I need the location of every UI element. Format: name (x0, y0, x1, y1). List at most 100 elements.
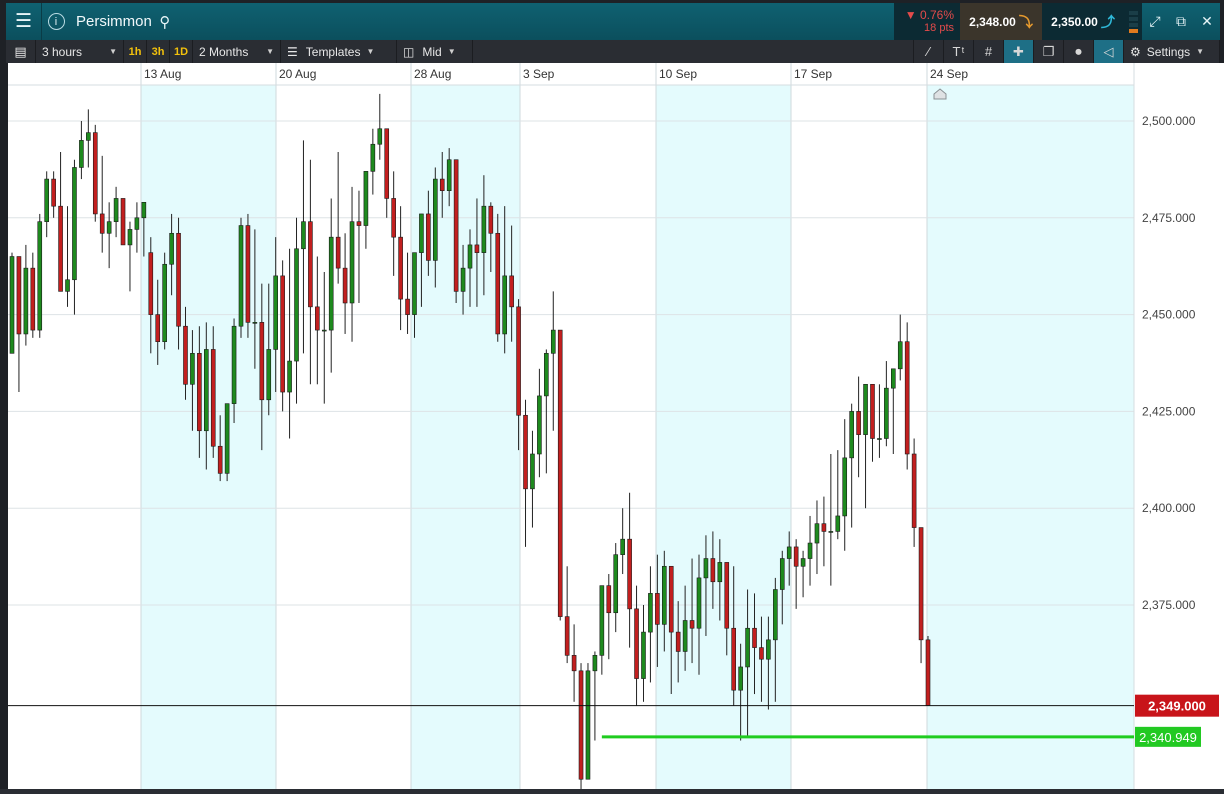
candle-body (502, 275, 507, 335)
bottom-strip (0, 789, 1224, 794)
range-label: 2 Months (199, 44, 249, 59)
templates-label: Templates (305, 44, 361, 59)
candle-body (301, 221, 306, 250)
candle-body (259, 322, 265, 401)
price-tick-label: 2,375.000 (1142, 598, 1196, 612)
info-button[interactable]: i (42, 3, 70, 40)
buy-price-button[interactable]: 2,350.00 ⤴ (1042, 3, 1124, 40)
candle-body (856, 411, 861, 435)
price-type-dropdown[interactable]: ◫ Mid ▼ (397, 40, 473, 63)
candle-body (446, 159, 452, 191)
price-tick-label: 2,475.000 (1142, 211, 1196, 225)
week-band (411, 85, 520, 789)
candle-body (648, 593, 653, 633)
sell-price-button[interactable]: 2,348.00 ⤵ (960, 3, 1042, 40)
range-dropdown[interactable]: 2 Months ▼ (193, 40, 281, 63)
candle-body (273, 275, 278, 350)
date-tick-label: 24 Sep (930, 67, 968, 81)
candle-body (460, 267, 466, 292)
candle-body (731, 627, 736, 691)
candle-body (405, 298, 410, 315)
popout-icon[interactable]: ⧉ (1168, 3, 1194, 40)
panel-toggle-icon[interactable]: ▤ (6, 40, 36, 63)
candle-body (807, 542, 813, 559)
crosshair-icon[interactable]: ✚ (1004, 40, 1034, 63)
candle-body (870, 383, 875, 439)
candle-body (238, 225, 244, 327)
week-band (141, 85, 276, 789)
candle-body (321, 329, 327, 332)
price-tick-label: 2,400.000 (1142, 501, 1196, 515)
hamburger-menu-icon[interactable]: ☰ (6, 3, 42, 40)
candle-body (564, 616, 570, 656)
close-icon[interactable]: ✕ (1194, 3, 1220, 40)
candle-body (821, 523, 827, 532)
candle-body (835, 515, 841, 532)
resolution-1h-button[interactable]: 1h (124, 40, 147, 63)
indicator-icon[interactable]: ⏺ (1064, 40, 1094, 63)
candle-body (773, 589, 778, 641)
candle-body (682, 620, 688, 652)
candle-body (585, 670, 591, 780)
candle-body (86, 132, 91, 141)
candle-body (231, 325, 237, 404)
week-band (927, 85, 1134, 789)
candle-body (766, 639, 771, 660)
settings-label: Settings (1146, 44, 1191, 59)
candle-body (537, 395, 542, 455)
price-chart[interactable]: 13 Aug 20 Aug 28 Aug 3 Sep 10 Sep 17 Sep 24 Se… (0, 63, 1224, 789)
grid-icon[interactable]: # (974, 40, 1004, 63)
price-change: ▼ 0.76% 18 pts (894, 3, 960, 40)
chart-canvas[interactable]: 13 Aug 20 Aug 28 Aug 3 Sep 10 Sep 17 Sep 24 Se… (0, 63, 1224, 789)
text-tool-icon[interactable]: T ᵗ (944, 40, 974, 63)
candle-body (426, 213, 431, 261)
resolution-3h-button[interactable]: 3h (147, 40, 170, 63)
expand-icon[interactable]: ⤢ (1142, 3, 1168, 40)
candle-body (342, 267, 348, 304)
change-points: 18 pts (924, 21, 954, 34)
templates-dropdown[interactable]: ☰ Templates ▼ (281, 40, 397, 63)
draw-line-icon[interactable]: ∕ (914, 40, 944, 63)
candle-body (738, 666, 743, 691)
candle-body (30, 267, 36, 331)
candle-body (148, 252, 154, 315)
candle-body (544, 353, 549, 397)
interval-label: 3 hours (42, 44, 83, 59)
candle-body (377, 128, 383, 145)
candle-body (370, 143, 376, 172)
candle-body (120, 198, 126, 246)
candle-body (280, 275, 285, 393)
date-tick-label: 20 Aug (279, 67, 316, 81)
buy-price: 2,350.00 (1051, 14, 1098, 29)
interval-dropdown[interactable]: 3 hours ▼ (36, 40, 124, 63)
candle-body (516, 306, 521, 416)
candle-body (315, 306, 320, 331)
candle-body (752, 627, 757, 648)
candle-body (793, 546, 799, 567)
candle-body (627, 538, 632, 610)
candle-body (488, 205, 494, 234)
chevron-down-icon: ▼ (366, 47, 375, 56)
price-type-label: Mid (422, 44, 442, 59)
candle-body (391, 198, 396, 238)
gear-icon: ⚙ (1130, 44, 1141, 59)
settings-button[interactable]: ⚙ Settings ▼ (1124, 40, 1220, 63)
price-tick-label: 2,425.000 (1142, 404, 1196, 418)
candle-body (904, 341, 910, 455)
price-tick-label: 2,450.000 (1142, 308, 1196, 322)
candle-body (918, 527, 924, 641)
resolution-1d-button[interactable]: 1D (170, 40, 193, 63)
candle-body (814, 523, 820, 544)
search-icon[interactable]: ⚲ (152, 3, 178, 40)
candle-body (23, 267, 29, 335)
candle-body (217, 445, 223, 474)
market-depth-icon[interactable] (1124, 3, 1142, 40)
candle-body (176, 232, 181, 327)
tag-icon[interactable]: ◁ (1094, 40, 1124, 63)
candle-body (335, 236, 341, 269)
candle-body (433, 178, 438, 261)
layers-icon[interactable]: ❐ (1034, 40, 1064, 63)
date-tick-label: 13 Aug (144, 67, 181, 81)
candle-body (287, 360, 292, 393)
candle-body (884, 387, 889, 439)
